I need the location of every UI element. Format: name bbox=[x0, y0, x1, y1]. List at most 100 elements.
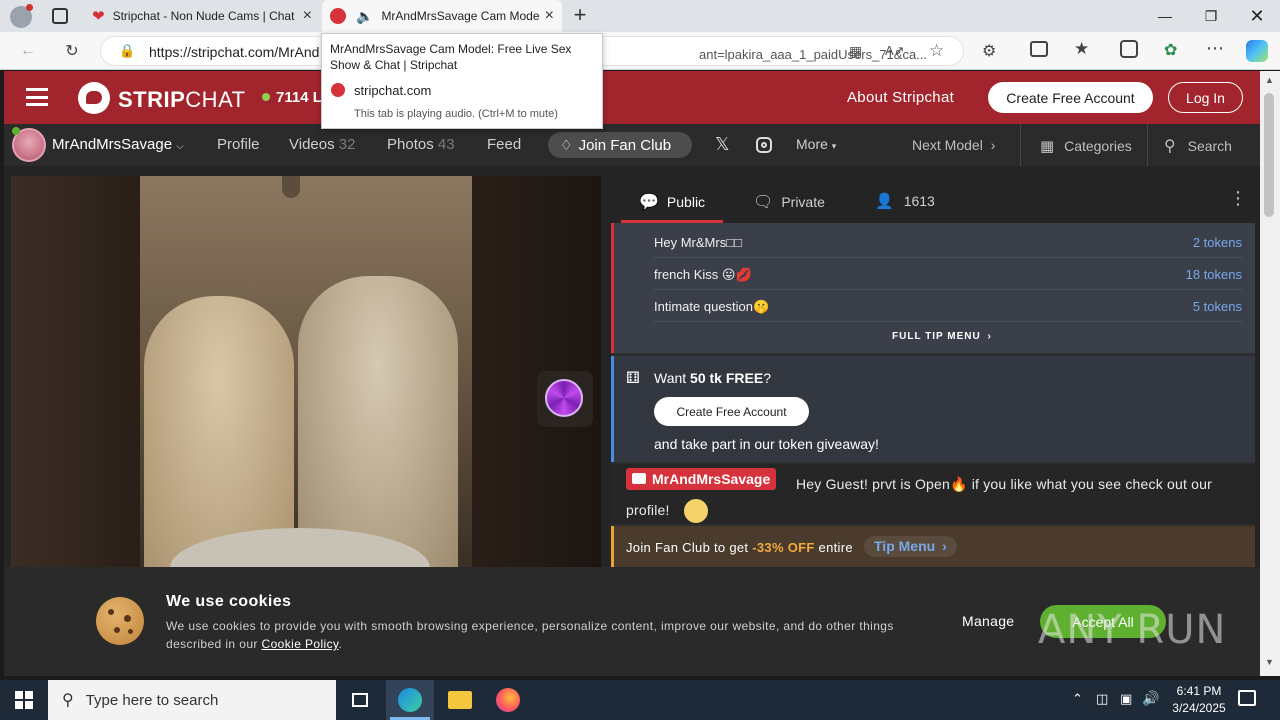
stripchat-logo-icon[interactable] bbox=[78, 82, 110, 114]
lamp-shape bbox=[282, 176, 300, 198]
photos-tab[interactable]: Photos 43 bbox=[387, 136, 455, 153]
tab-viewers[interactable]: 👤 1613 bbox=[875, 192, 935, 210]
performance-icon[interactable]: ✿ bbox=[1164, 40, 1177, 60]
cookie-policy-link[interactable]: Cookie Policy bbox=[262, 637, 339, 651]
anyrun-watermark: ANY RUN bbox=[1038, 607, 1227, 653]
spin-wheel-icon[interactable] bbox=[537, 371, 593, 427]
notifications-icon[interactable] bbox=[1238, 690, 1256, 706]
tab-actions-icon[interactable] bbox=[52, 8, 68, 24]
tab-model-page[interactable]: 🔈 MrAndMrsSavage Cam Model: Free × bbox=[322, 0, 562, 32]
next-model-button[interactable]: Next Model › bbox=[912, 137, 995, 153]
clock[interactable]: 6:41 PM 3/24/2025 bbox=[1164, 683, 1234, 717]
x-social-icon[interactable]: 𝕏 bbox=[715, 134, 730, 155]
cookie-title: We use cookies bbox=[166, 593, 292, 610]
network-tray-icon[interactable]: ◫ bbox=[1096, 691, 1108, 707]
user-icon: 👤 bbox=[875, 193, 894, 210]
smile-emoji-icon bbox=[683, 499, 708, 524]
chevron-down-icon: ⌵ bbox=[176, 141, 184, 152]
extensions-icon[interactable]: ⚙ bbox=[982, 41, 996, 61]
model-name-dropdown[interactable]: MrAndMrsSavage ⌵ bbox=[52, 136, 184, 153]
diamond-icon: ♢ bbox=[560, 136, 573, 153]
lock-icon[interactable]: 🔒 bbox=[119, 43, 135, 59]
login-button[interactable]: Log In bbox=[1168, 82, 1243, 113]
giveaway-heading: Want 50 tk FREE? bbox=[654, 370, 771, 386]
tip-item[interactable]: Hey Mr&Mrs□□ 2 tokens bbox=[654, 227, 1242, 258]
taskbar-search[interactable]: ⚲ Type here to search bbox=[48, 680, 336, 720]
profile-tab[interactable]: Profile bbox=[217, 136, 260, 153]
close-tab-icon[interactable]: × bbox=[303, 7, 312, 25]
tip-item[interactable]: french Kiss 😛💋 18 tokens bbox=[654, 259, 1242, 290]
fan-club-promo: Join Fan Club to get -33% OFF entire Tip… bbox=[611, 526, 1255, 570]
online-count: 7114 L bbox=[276, 89, 322, 106]
token-giveaway: ⚅ Want 50 tk FREE? Create Free Account a… bbox=[611, 356, 1255, 462]
file-explorer-icon[interactable] bbox=[436, 680, 484, 720]
feed-tab[interactable]: Feed bbox=[487, 136, 521, 153]
tab-stripchat-home[interactable]: ❤ Stripchat - Non Nude Cams | Chat × bbox=[84, 0, 320, 32]
categories-button[interactable]: ▦ Categories bbox=[1040, 137, 1132, 155]
tab-public[interactable]: 💬 Public bbox=[639, 192, 705, 212]
read-aloud-icon[interactable]: A↗ bbox=[885, 43, 905, 59]
hamburger-menu-icon[interactable] bbox=[26, 88, 48, 106]
tray-chevron-icon[interactable]: ⌃ bbox=[1072, 691, 1083, 707]
manage-cookies-button[interactable]: Manage bbox=[962, 613, 1014, 629]
create-account-button[interactable]: Create Free Account bbox=[988, 82, 1153, 113]
kebab-menu-icon[interactable]: ⋮ bbox=[1229, 188, 1247, 209]
volume-tray-icon[interactable]: 🔊 bbox=[1142, 690, 1159, 707]
favorites-icon[interactable]: ★ bbox=[1074, 39, 1089, 59]
videos-tab[interactable]: Videos 32 bbox=[289, 136, 355, 153]
firefox-icon[interactable] bbox=[484, 680, 532, 720]
heart-icon: ❤ bbox=[92, 8, 105, 25]
task-view-icon[interactable] bbox=[336, 680, 384, 720]
split-screen-icon[interactable] bbox=[1030, 41, 1048, 57]
favorite-star-icon[interactable]: ☆ bbox=[929, 41, 944, 61]
close-window-button[interactable]: ✕ bbox=[1234, 0, 1280, 32]
close-tab-icon[interactable]: × bbox=[545, 7, 554, 25]
chevron-right-icon: › bbox=[942, 538, 947, 554]
chat-tabs: 💬 Public 🗨 Private 👤 1613 ⋮ bbox=[611, 176, 1255, 223]
search-icon: ⚲ bbox=[1164, 138, 1176, 155]
scroll-down-icon[interactable]: ▼ bbox=[1265, 657, 1274, 667]
tooltip-audio-note: This tab is playing audio. (Ctrl+M to mu… bbox=[354, 108, 558, 120]
back-button[interactable]: ← bbox=[14, 38, 42, 64]
dice-icon: ⚅ bbox=[626, 370, 640, 387]
model-nav-bar: MrAndMrsSavage ⌵ Profile Videos 32 Photo… bbox=[4, 124, 1260, 166]
maximize-button[interactable]: ❐ bbox=[1188, 0, 1234, 32]
about-link[interactable]: About Stripchat bbox=[847, 89, 954, 106]
tab-hover-card: MrAndMrsSavage Cam Model: Free Live Sex … bbox=[321, 33, 603, 129]
minimize-button[interactable]: — bbox=[1142, 0, 1188, 32]
wifi-tray-icon[interactable]: ▣ bbox=[1120, 691, 1132, 707]
tip-menu-link[interactable]: Tip Menu › bbox=[864, 536, 957, 557]
search-button[interactable]: ⚲ Search bbox=[1164, 136, 1232, 156]
collections-icon[interactable] bbox=[1120, 40, 1138, 58]
speaker-icon[interactable]: 🔈 bbox=[356, 8, 373, 25]
chat-message: MrAndMrsSavage Hey Guest! prvt is Open🔥 … bbox=[611, 464, 1255, 524]
refresh-button[interactable]: ↻ bbox=[58, 38, 86, 64]
instagram-icon[interactable] bbox=[756, 137, 772, 153]
profile-icon[interactable] bbox=[10, 4, 33, 28]
windows-taskbar: ⚲ Type here to search ⌃ ◫ ▣ 🔊 6:41 PM 3/… bbox=[0, 680, 1280, 720]
new-tab-button[interactable]: + bbox=[568, 4, 592, 28]
giveaway-text: and take part in our token giveaway! bbox=[654, 436, 879, 452]
page-scrollbar[interactable]: ▲ ▼ bbox=[1260, 71, 1280, 676]
online-indicator bbox=[262, 93, 270, 101]
tab-private[interactable]: 🗨 Private bbox=[753, 192, 825, 212]
giveaway-create-account-button[interactable]: Create Free Account bbox=[654, 397, 809, 426]
more-dropdown[interactable]: More ▾ bbox=[796, 136, 836, 152]
model-online-dot bbox=[12, 127, 20, 135]
fan-club-text: Join Fan Club to get -33% OFF entire bbox=[626, 540, 853, 555]
scroll-thumb[interactable] bbox=[1264, 93, 1274, 217]
edge-icon[interactable] bbox=[386, 680, 434, 720]
cookie-icon bbox=[96, 597, 144, 645]
windows-start-icon[interactable] bbox=[0, 680, 48, 720]
scroll-up-icon[interactable]: ▲ bbox=[1265, 75, 1274, 85]
settings-more-icon[interactable]: ⋯ bbox=[1206, 38, 1224, 59]
tip-item[interactable]: Intimate question🤫 5 tokens bbox=[654, 291, 1242, 322]
search-icon: ⚲ bbox=[62, 692, 74, 709]
full-tip-menu-link[interactable]: FULL TIP MENU › bbox=[892, 331, 992, 342]
message-text: Hey Guest! prvt is Open🔥 if you like wha… bbox=[626, 471, 1236, 524]
join-fan-club-button[interactable]: ♢ Join Fan Club bbox=[548, 132, 692, 158]
chat-bubble-icon: 💬 bbox=[639, 194, 659, 211]
apps-icon[interactable]: ▦ bbox=[849, 43, 862, 60]
copilot-icon[interactable] bbox=[1246, 40, 1268, 62]
stripchat-logo[interactable]: STRIPCHAT bbox=[118, 87, 246, 113]
